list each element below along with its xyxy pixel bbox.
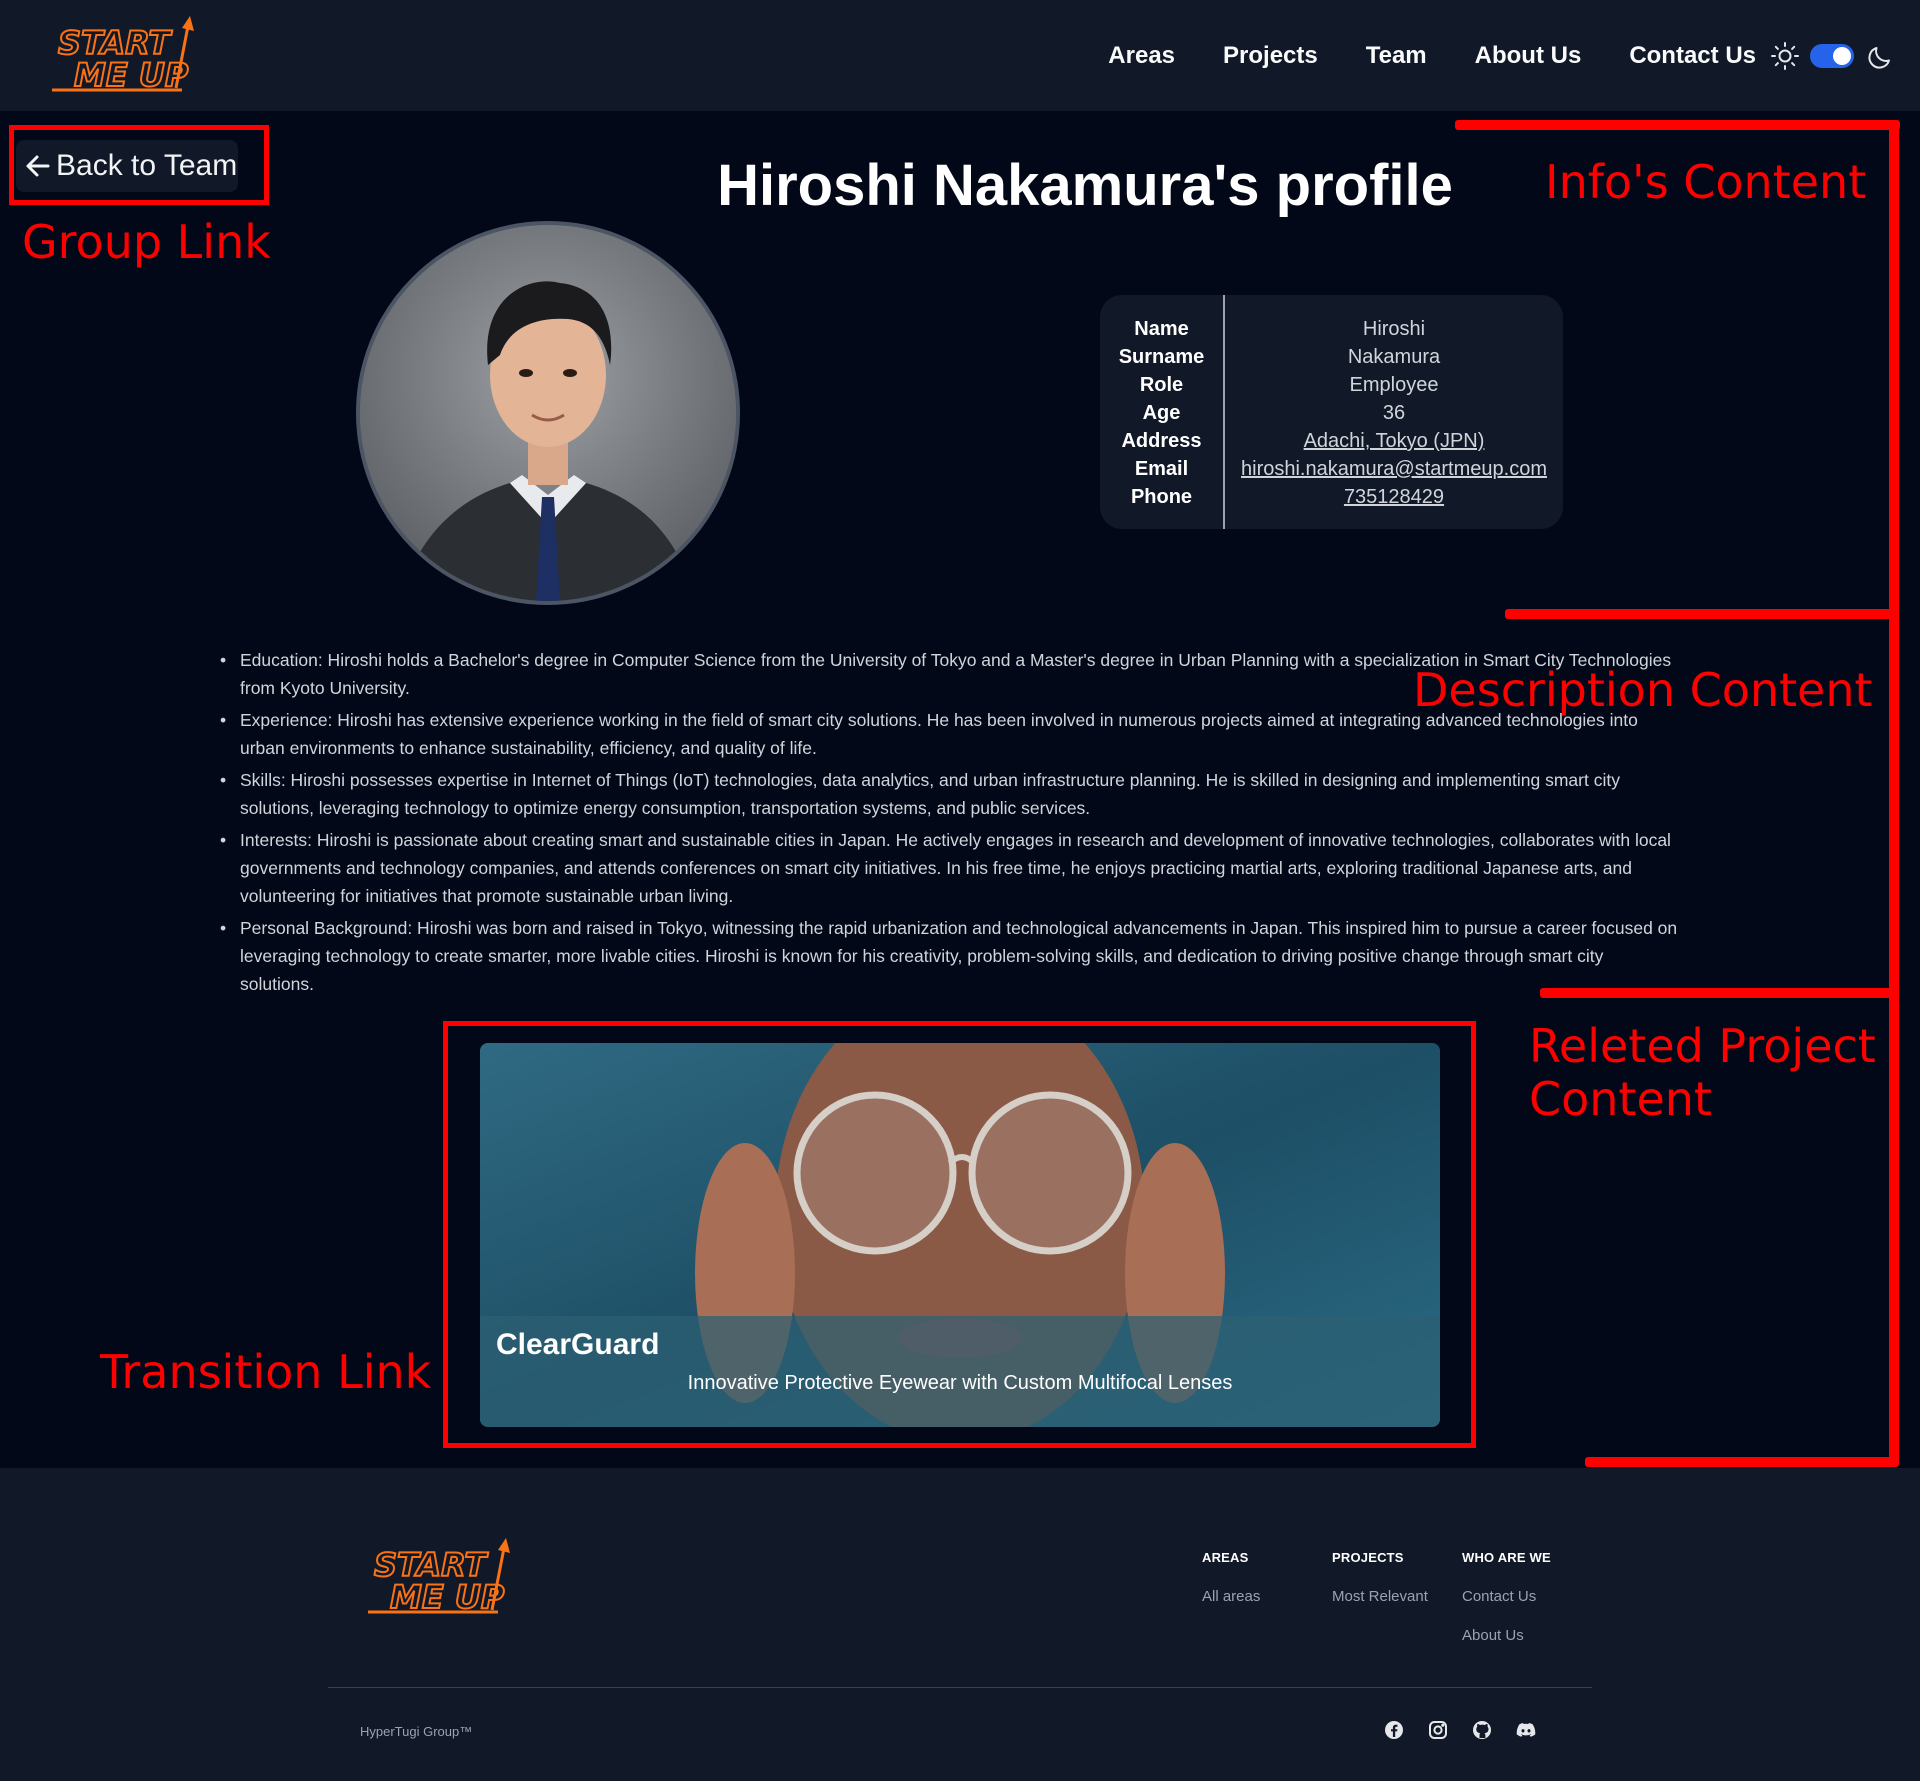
info-labels: Name Surname Role Age Address Email Phon… — [1100, 315, 1223, 511]
nav-areas[interactable]: Areas — [1108, 42, 1175, 70]
footer-divider — [328, 1687, 1592, 1688]
list-item: • Skills: Hiroshi possesses expertise in … — [220, 766, 1680, 822]
footer-heading: AREAS — [1202, 1550, 1249, 1565]
address-link[interactable]: Adachi, Tokyo (JPN) — [1304, 430, 1485, 452]
nav-team[interactable]: Team — [1366, 42, 1427, 70]
footer-heading: WHO ARE WE — [1462, 1550, 1551, 1565]
value-email: hiroshi.nakamura@startmeup.com — [1225, 455, 1563, 483]
annotation-group-link: Group Link — [22, 215, 271, 269]
label-role: Role — [1139, 374, 1184, 396]
list-item: • Personal Background: Hiroshi was born a… — [220, 914, 1680, 998]
footer-link-all-areas[interactable]: All areas — [1202, 1588, 1260, 1605]
footer: START ME UP AREAS All areas PROJECTS Mos… — [0, 1468, 1920, 1781]
annotation-related-project-line2: Content — [1529, 1072, 1712, 1126]
dark-mode-switch[interactable] — [1810, 44, 1854, 68]
label-email: Email — [1134, 458, 1189, 480]
bullet-icon: • — [220, 770, 227, 790]
profile-info-card: Name Surname Role Age Address Email Phon… — [1100, 295, 1563, 529]
annotation-bracket — [1585, 1457, 1895, 1467]
value-role: Employee — [1349, 374, 1439, 396]
facebook-icon[interactable] — [1382, 1718, 1406, 1742]
label-age: Age — [1142, 402, 1181, 424]
description-background: Personal Background: Hiroshi was born an… — [240, 918, 1678, 994]
nav-projects[interactable]: Projects — [1223, 42, 1318, 70]
phone-link[interactable]: 735128429 — [1344, 486, 1444, 508]
info-values: Hiroshi Nakamura Employee 36 Adachi, Tok… — [1225, 315, 1563, 511]
profile-avatar — [356, 221, 740, 605]
footer-heading: PROJECTS — [1332, 1550, 1404, 1565]
value-address: Adachi, Tokyo (JPN) — [1225, 427, 1563, 455]
annotation-bracket — [1889, 120, 1899, 1467]
discord-icon[interactable] — [1514, 1718, 1538, 1742]
github-icon[interactable] — [1470, 1718, 1494, 1742]
label-surname: Surname — [1118, 346, 1205, 368]
footer-col-who-are-we: WHO ARE WE Contact Us About Us — [1462, 1550, 1551, 1644]
theme-toggle — [1770, 38, 1900, 74]
social-links — [1382, 1718, 1558, 1742]
bullet-icon: • — [220, 650, 227, 670]
footer-link-most-relevant[interactable]: Most Relevant — [1332, 1588, 1428, 1605]
annotation-bracket — [1455, 120, 1900, 130]
value-phone: 735128429 — [1225, 483, 1563, 511]
copyright: HyperTugi Group™ — [360, 1724, 473, 1739]
value-age: 36 — [1382, 402, 1406, 424]
footer-col-projects: PROJECTS Most Relevant — [1332, 1550, 1428, 1605]
description-skills: Skills: Hiroshi possesses expertise in I… — [240, 770, 1620, 818]
moon-icon — [1866, 41, 1896, 71]
nav-contact-us[interactable]: Contact Us — [1629, 42, 1756, 70]
label-address: Address — [1121, 430, 1202, 452]
annotation-description-content: Description Content — [1413, 663, 1873, 717]
annotation-bracket — [1505, 609, 1895, 619]
footer-link-about-us[interactable]: About Us — [1462, 1627, 1551, 1644]
list-item: • Interests: Hiroshi is passionate about … — [220, 826, 1680, 910]
annotation-bracket — [1540, 988, 1895, 998]
description-experience: Experience: Hiroshi has extensive experi… — [240, 710, 1638, 758]
instagram-icon[interactable] — [1426, 1718, 1450, 1742]
annotation-transition-link: Transition Link — [100, 1345, 432, 1399]
annotation-related-project-line1: Releted Project — [1529, 1019, 1876, 1073]
annotation-transition-link-box — [443, 1021, 1476, 1448]
email-link[interactable]: hiroshi.nakamura@startmeup.com — [1241, 458, 1547, 480]
annotation-group-link-box — [9, 125, 269, 205]
footer-link-contact-us[interactable]: Contact Us — [1462, 1588, 1551, 1605]
description-interests: Interests: Hiroshi is passionate about c… — [240, 830, 1671, 906]
label-name: Name — [1134, 318, 1189, 340]
brand-logo[interactable]: START ME UP — [52, 16, 232, 94]
profile-title: Hiroshi Nakamura's profile — [717, 153, 1453, 218]
bullet-icon: • — [220, 918, 227, 938]
value-surname: Nakamura — [1347, 346, 1441, 368]
svg-text:ME UP: ME UP — [390, 1578, 505, 1616]
sun-icon — [1770, 41, 1800, 71]
navbar: START ME UP Areas Projects Team About Us… — [0, 0, 1920, 111]
label-phone: Phone — [1130, 486, 1193, 508]
main-nav: Areas Projects Team About Us Contact Us — [1060, 0, 1756, 111]
switch-knob — [1833, 47, 1851, 65]
bullet-icon: • — [220, 710, 227, 730]
footer-logo[interactable]: START ME UP — [368, 1538, 548, 1616]
value-name: Hiroshi — [1362, 318, 1426, 340]
bullet-icon: • — [220, 830, 227, 850]
annotation-info-content: Info's Content — [1545, 155, 1867, 209]
footer-col-areas: AREAS All areas — [1202, 1550, 1260, 1605]
svg-text:ME UP: ME UP — [74, 56, 189, 94]
nav-about-us[interactable]: About Us — [1475, 42, 1582, 70]
